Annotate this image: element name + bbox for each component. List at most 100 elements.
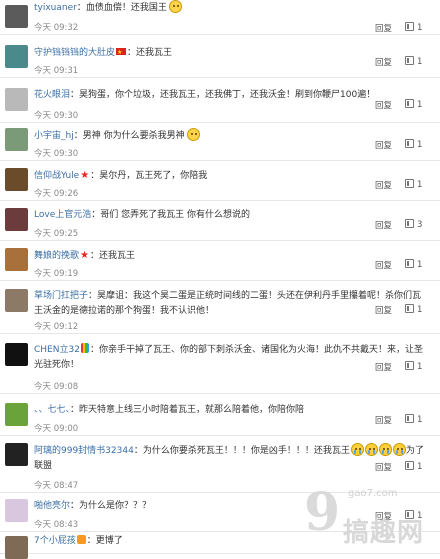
comment-item: 舞娘的挽歌★：还我瓦王 今天 09:19 回复 1	[0, 243, 440, 281]
comment-text: ：哥们 您弄死了我瓦王 你有什么想说的	[91, 210, 250, 220]
comment-body: tyixuaner：血债血偿！还我国王	[34, 0, 430, 16]
avatar[interactable]	[5, 499, 28, 522]
avatar[interactable]	[5, 45, 28, 68]
avatar[interactable]	[5, 536, 28, 559]
comment-text: ：男神 你为什么要杀我男神	[73, 131, 185, 141]
comment-item: 阿璃的999封情书32344：为什么你要杀死瓦王！！！你是凶手！！！还我瓦王 为了…	[0, 438, 440, 493]
avatar[interactable]	[5, 403, 28, 426]
avatar[interactable]	[5, 289, 28, 312]
crying-emoji-icon	[378, 443, 392, 456]
username-link[interactable]: 草场门扛把子	[34, 291, 88, 301]
username-link[interactable]: CHEN立32	[34, 345, 80, 355]
like-button[interactable]: 1	[405, 22, 422, 33]
comment-text: ：昊狗蛋，你个垃圾，还我瓦王，还我佛丁，还我沃金！刷到你鞭尸100遍！	[70, 90, 376, 100]
comment-item: 、、七七、：昨天特意上线三小时陪着瓦王，就那么陪着他，你陪你陪今天 09:00 回…	[0, 398, 440, 436]
comment-item: 花火眼泪：昊狗蛋，你个垃圾，还我瓦王，还我佛丁，还我沃金！刷到你鞭尸100遍！ 今…	[0, 83, 440, 123]
comment-body: 守护铛铛铛的大肚皮 ：还我瓦王	[34, 45, 430, 61]
comment-text: ：昨天特意上线三小时陪着瓦王，就那么陪着他，你陪你陪	[70, 405, 305, 415]
username-link[interactable]: 、、七七、	[34, 405, 70, 415]
like-count: 1	[417, 260, 423, 270]
reply-button[interactable]: 回复	[375, 56, 392, 68]
like-button[interactable]: 1	[405, 259, 422, 270]
comment-item: 信仰战Yule★：昊尔丹，瓦王死了，你陪我今天 09:26 回复 1	[0, 163, 440, 201]
flag-icon	[116, 45, 127, 60]
avatar[interactable]	[5, 343, 28, 366]
like-button[interactable]: 1	[405, 304, 422, 315]
like-button[interactable]: 1	[405, 179, 422, 190]
comment-time: 今天 09:25	[34, 229, 79, 239]
reply-button[interactable]: 回复	[375, 304, 392, 316]
comment-text: ：还我瓦王	[89, 251, 135, 261]
comment-time: 今天 09:00	[34, 424, 79, 434]
crying-emoji-icon	[392, 443, 406, 456]
comment-body: 小宇宙_hj：男神 你为什么要杀我男神	[34, 128, 430, 144]
username-link[interactable]: 守护铛铛铛的大肚皮	[34, 48, 115, 58]
comment-text: ：你亲手干掉了瓦王、你的部下刺杀沃金、诸国化为火海！此仇不共戴天！来，让圣光驻死…	[34, 345, 423, 370]
cat-icon	[76, 535, 86, 544]
like-button[interactable]: 1	[405, 56, 422, 67]
reply-button[interactable]: 回复	[375, 99, 392, 111]
avatar[interactable]	[5, 443, 28, 466]
avatar[interactable]	[5, 208, 28, 231]
like-button[interactable]: 1	[405, 139, 422, 150]
comment-time: 今天 09:30	[34, 111, 79, 121]
thumbs-up-icon	[405, 56, 414, 65]
comment-item: 守护铛铛铛的大肚皮 ：还我瓦王今天 09:31 回复 1	[0, 40, 440, 78]
username-link[interactable]: 花火眼泪	[34, 90, 70, 100]
username-link[interactable]: 小宇宙_hj	[34, 131, 74, 141]
reply-button[interactable]: 回复	[375, 219, 392, 231]
crying-emoji-icon	[364, 443, 378, 456]
comment-time: 今天 08:43	[34, 520, 79, 530]
comment-time: 今天 08:47	[34, 481, 79, 491]
thumbs-up-icon	[405, 304, 414, 313]
like-count: 1	[417, 23, 423, 33]
avatar[interactable]	[5, 5, 28, 28]
username-link[interactable]: Love上官元浩	[34, 210, 91, 220]
reply-button[interactable]: 回复	[375, 179, 392, 191]
reply-button[interactable]: 回复	[375, 259, 392, 271]
reply-button[interactable]: 回复	[375, 461, 392, 473]
like-button[interactable]: 1	[405, 361, 422, 372]
avatar[interactable]	[5, 248, 28, 271]
thumbs-up-icon	[405, 361, 414, 370]
comment-time: 今天 09:30	[34, 149, 79, 159]
like-button[interactable]: 3	[405, 219, 422, 230]
like-button[interactable]: 1	[405, 414, 422, 425]
comment-time: 今天 09:26	[34, 189, 79, 199]
avatar[interactable]	[5, 128, 28, 151]
like-count: 1	[417, 305, 423, 315]
comment-body: 草场门扛把子：昊摩诅：我这个昊二蛋是正统时间线的二蛋！头还在伊利丹手里攥着呢！杀…	[34, 289, 430, 319]
comment-body: 阿璃的999封情书32344：为什么你要杀死瓦王！！！你是凶手！！！还我瓦王 为了…	[34, 443, 430, 474]
username-link[interactable]: 舞娘的挽歌	[34, 251, 79, 261]
like-count: 1	[417, 415, 423, 425]
reply-button[interactable]: 回复	[375, 139, 392, 151]
reply-button[interactable]: 回复	[375, 361, 392, 373]
thumbs-up-icon	[405, 99, 414, 108]
like-button[interactable]: 1	[405, 461, 422, 472]
thumbs-up-icon	[405, 139, 414, 148]
like-count: 1	[417, 462, 423, 472]
comment-text: ：昊摩诅：我这个昊二蛋是正统时间线的二蛋！头还在伊利丹手里攥着呢！杀你们瓦王沃金…	[34, 291, 422, 316]
reply-button[interactable]: 回复	[375, 414, 392, 426]
avatar[interactable]	[5, 168, 28, 191]
comment-item: 草场门扛把子：昊摩诅：我这个昊二蛋是正统时间线的二蛋！头还在伊利丹手里攥着呢！杀…	[0, 284, 440, 334]
watermark-logo: 搞趣网	[343, 518, 425, 548]
heart-icon	[80, 343, 89, 353]
comment-body: 、、七七、：昨天特意上线三小时陪着瓦王，就那么陪着他，你陪你陪	[34, 403, 430, 418]
username-link[interactable]: tyixuaner	[34, 3, 77, 13]
watermark-url: gao7.com	[348, 488, 398, 499]
like-button[interactable]: 1	[405, 99, 422, 110]
comment-item: tyixuaner：血债血偿！还我国王 今天 09:32 回复 1	[0, 0, 440, 35]
comment-text: ：为什么你要杀死瓦王！！！你是凶手！！！还我瓦王	[133, 446, 350, 456]
username-link[interactable]: 阿璃的999封情书32344	[34, 446, 134, 456]
avatar[interactable]	[5, 88, 28, 111]
like-count: 1	[417, 180, 423, 190]
comment-body: 信仰战Yule★：昊尔丹，瓦王死了，你陪我	[34, 168, 430, 184]
smile-emoji-icon	[186, 128, 200, 141]
username-link[interactable]: 啪他亮尔	[34, 501, 70, 511]
username-link[interactable]: 7个小屁孩	[34, 536, 76, 546]
thumbs-up-icon	[405, 259, 414, 268]
username-link[interactable]: 信仰战Yule	[34, 171, 79, 181]
like-count: 1	[417, 140, 423, 150]
reply-button[interactable]: 回复	[375, 22, 392, 34]
